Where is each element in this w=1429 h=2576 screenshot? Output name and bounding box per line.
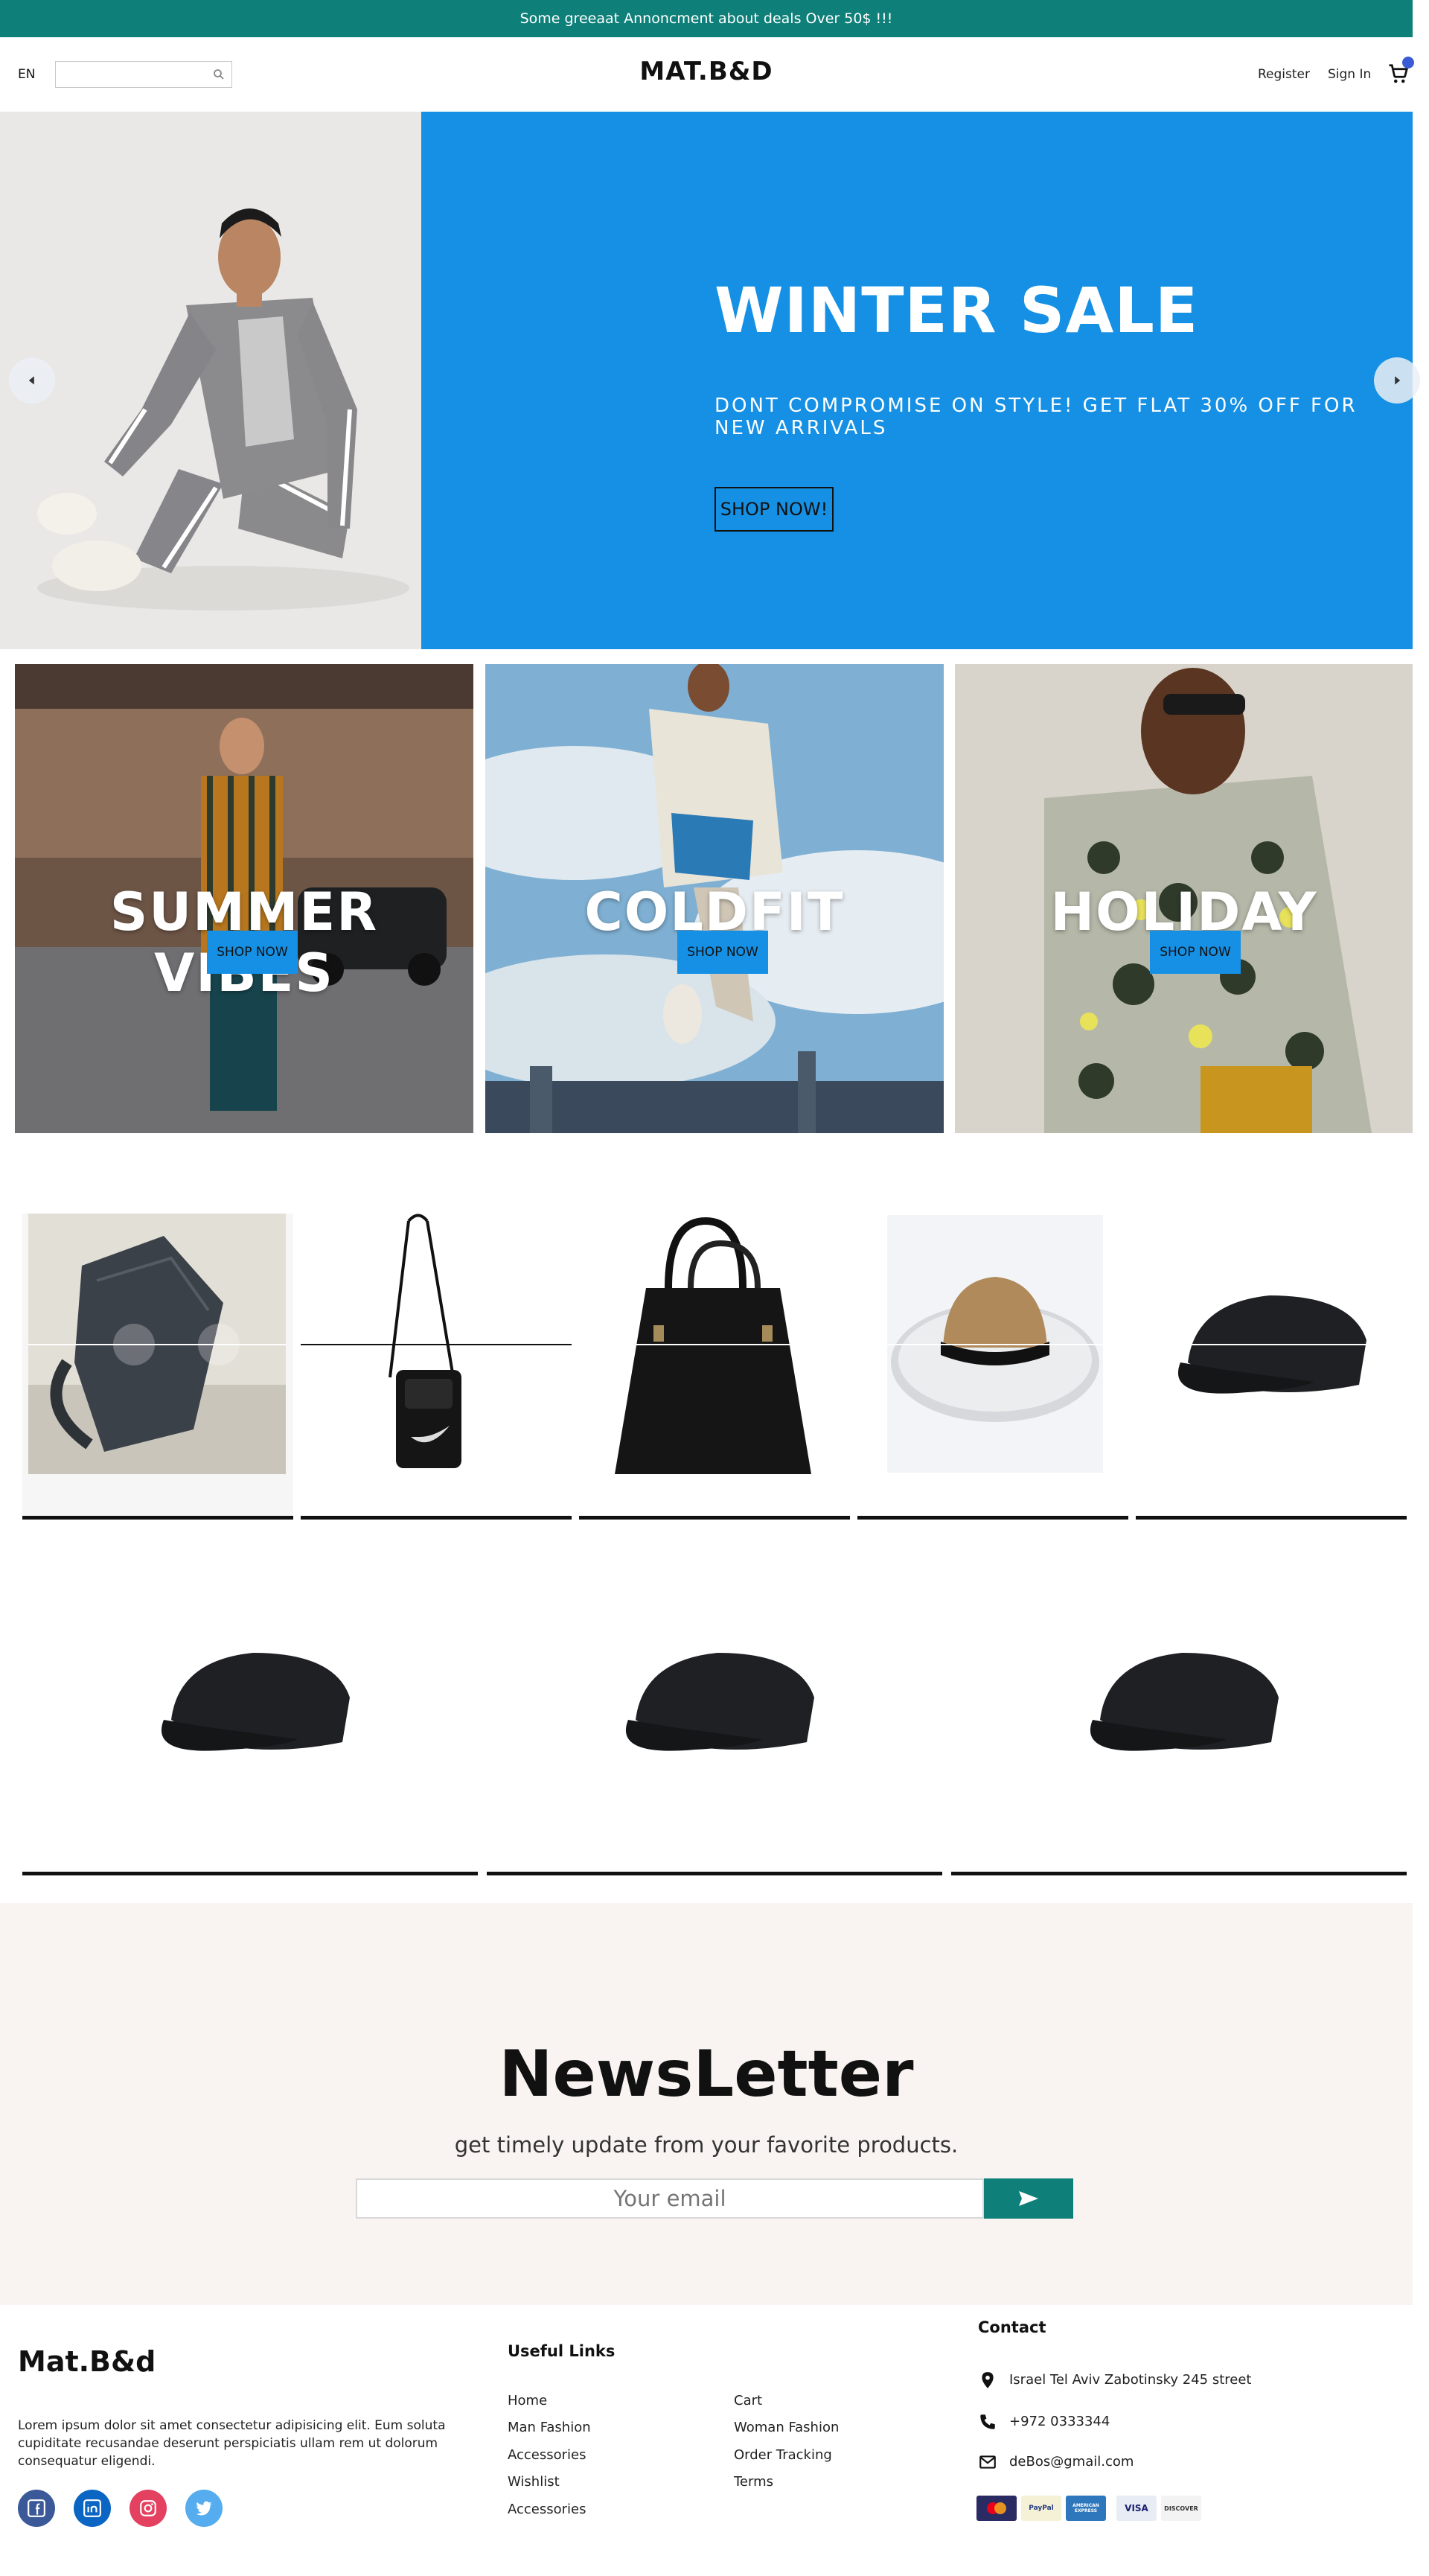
footer-link-cart[interactable]: Cart [734,2393,762,2408]
hero-promo-panel [421,112,1413,649]
category-tile-summer[interactable]: SUMMER VIBES SHOP NOW [15,664,473,1133]
footer-link-order-tracking[interactable]: Order Tracking [734,2447,832,2463]
newsletter-section: NewsLetter get timely update from your f… [0,1903,1413,2305]
hero-image [0,112,421,649]
product-card[interactable] [579,1214,850,1511]
hero-title: WINTER SALE [714,274,1199,347]
product-image-cap [625,1653,814,1751]
register-link[interactable]: Register [1258,67,1310,82]
product-image-cap [1090,1653,1279,1751]
category-tile-holiday[interactable]: HOLIDAY SHOP NOW [955,664,1413,1133]
product-divider [1136,1516,1407,1520]
site-logo[interactable]: MAT.B&D [0,57,1413,86]
paypal-icon: PayPal [1021,2496,1061,2521]
footer-link-accessories[interactable]: Accessories [508,2447,586,2463]
location-pin-icon [982,2372,994,2388]
category-shop-now-button[interactable]: SHOP NOW [1150,931,1241,974]
product-image-tote [579,1217,850,1474]
twitter-button[interactable] [185,2490,223,2527]
contact-phone: +972 0333344 [1009,2414,1110,2429]
mastercard-icon [976,2496,1017,2521]
product-divider [301,1516,572,1520]
product-divider [487,1872,942,1875]
slider-prev-button[interactable] [9,357,55,404]
instagram-button[interactable] [130,2490,167,2527]
category-shop-now-button[interactable]: SHOP NOW [677,931,768,974]
arrow-left-icon [28,376,34,385]
footer-link-man-fashion[interactable]: Man Fashion [508,2420,591,2435]
arrow-right-icon [1395,376,1401,385]
product-card[interactable] [301,1214,572,1511]
product-card[interactable] [487,1593,942,1869]
product-card[interactable] [22,1214,293,1519]
hero-shop-now-button[interactable]: SHOP NOW! [714,487,834,532]
product-image-bag [28,1214,286,1474]
product-divider [951,1872,1407,1875]
twitter-icon [196,2501,212,2516]
facebook-button[interactable] [18,2490,55,2527]
contact-heading: Contact [978,2318,1046,2336]
product-card[interactable] [22,1593,478,1869]
footer-link-terms[interactable]: Terms [734,2474,773,2490]
slider-next-button[interactable] [1374,357,1420,404]
footer-description: Lorem ipsum dolor sit amet consectetur a… [18,2418,446,2469]
send-icon [1019,2191,1038,2206]
amex-icon: AMERICAN EXPRESS [1066,2496,1106,2521]
linkedin-icon [83,2499,101,2517]
sign-in-link[interactable]: Sign In [1328,67,1371,82]
instagram-icon [140,2500,156,2516]
footer-link-home[interactable]: Home [508,2393,547,2408]
newsletter-email-input[interactable] [356,2178,984,2219]
header: EN MAT.B&D Register Sign In [0,37,1414,112]
category-tile-coldfit[interactable]: COLDFIT SHOP NOW [485,664,944,1133]
product-card[interactable] [951,1593,1407,1869]
mail-icon [979,2455,996,2469]
newsletter-submit-button[interactable] [984,2178,1073,2219]
hero-subtitle: DONT COMPROMISE ON STYLE! GET FLAT 30% O… [714,395,1358,439]
product-image-cap [1136,1295,1407,1394]
visa-icon: VISA [1116,2496,1157,2521]
product-card[interactable] [1136,1214,1407,1511]
footer: Mat.B&d Lorem ipsum dolor sit amet conse… [0,2305,1413,2576]
product-divider [22,1872,478,1875]
phone-icon [980,2414,995,2429]
product-image-crossbody [301,1214,572,1468]
cart-badge [1402,57,1414,68]
useful-links-heading: Useful Links [508,2342,616,2360]
contact-email[interactable]: deBos@gmail.com [1009,2454,1134,2470]
hero-slider: WINTER SALE DONT COMPROMISE ON STYLE! GE… [0,112,1420,649]
discover-icon: DISCOVER [1161,2496,1201,2521]
contact-address: Israel Tel Aviv Zabotinsky 245 street [1009,2372,1252,2388]
product-image-cap [161,1653,350,1751]
product-divider [579,1516,850,1520]
footer-brand: Mat.B&d [18,2345,156,2378]
newsletter-title: NewsLetter [499,2037,914,2111]
announcement-bar: Some greeaat Annoncment about deals Over… [0,0,1413,37]
newsletter-subtitle: get timely update from your favorite pro… [454,2132,959,2158]
product-image-straw-hat [887,1215,1103,1473]
product-card[interactable] [857,1214,1128,1511]
footer-link-wishlist[interactable]: Wishlist [508,2474,560,2490]
product-divider [22,1516,293,1520]
footer-link-accessories-2[interactable]: Accessories [508,2502,586,2517]
footer-link-woman-fashion[interactable]: Woman Fashion [734,2420,839,2435]
product-divider [857,1516,1128,1520]
page: Some greeaat Annoncment about deals Over… [0,0,1429,2576]
facebook-icon [28,2499,45,2517]
category-shop-now-button[interactable]: SHOP NOW [207,931,298,974]
linkedin-button[interactable] [74,2490,111,2527]
